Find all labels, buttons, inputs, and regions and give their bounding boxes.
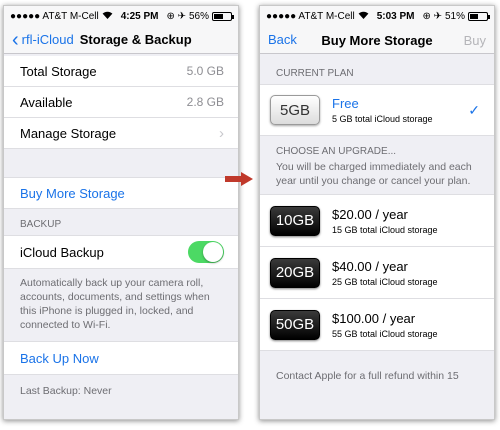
clock: 4:25 PM: [120, 10, 159, 22]
icloud-backup-row: iCloud Backup: [4, 235, 238, 269]
battery-icon: [212, 11, 234, 21]
buy-button[interactable]: Buy: [464, 33, 486, 48]
buy-more-storage-label: Buy More Storage: [20, 185, 125, 201]
current-plan-row[interactable]: 5GB Free 5 GB total iCloud storage ✓: [260, 84, 494, 136]
manage-storage-row[interactable]: Manage Storage ›: [4, 118, 238, 149]
buy-more-storage-screen: ●●●●● AT&T M-Cell 5:03 PM ⊕ ✈ 51% Buy Mo…: [259, 5, 495, 420]
plan-badge-10gb: 10GB: [270, 205, 320, 236]
battery-icon: [468, 11, 490, 21]
back-up-now-row[interactable]: Back Up Now: [4, 341, 238, 375]
page-title: Storage & Backup: [79, 32, 192, 47]
nav-bar: Buy More Storage Back Buy: [260, 26, 494, 54]
available-label: Available: [20, 94, 73, 110]
total-storage-value: 5.0 GB: [186, 64, 224, 78]
nav-bar: ‹ rfl-iCloud Storage & Backup: [4, 26, 238, 54]
available-row: Available 2.8 GB: [4, 87, 238, 118]
back-label: Back: [268, 32, 297, 47]
plan-description: 25 GB total iCloud storage: [332, 276, 438, 287]
plan-description: 15 GB total iCloud storage: [332, 224, 438, 235]
upgrade-row-20gb[interactable]: 20GB $40.00 / year 25 GB total iCloud st…: [260, 247, 494, 299]
total-storage-label: Total Storage: [20, 63, 97, 79]
wifi-icon: [102, 11, 113, 22]
plan-badge-20gb: 20GB: [270, 257, 320, 288]
status-icons: ⊕ ✈: [422, 10, 442, 22]
wifi-icon: [358, 11, 369, 22]
plan-badge-50gb: 50GB: [270, 309, 320, 340]
carrier-label: ●●●●● AT&T M-Cell: [10, 10, 99, 22]
current-plan-header: CURRENT PLAN: [276, 68, 354, 79]
arrow-right-icon: [225, 172, 253, 186]
icloud-backup-toggle[interactable]: [188, 241, 224, 263]
back-button[interactable]: ‹ rfl-iCloud: [4, 30, 74, 50]
upgrade-row-50gb[interactable]: 50GB $100.00 / year 55 GB total iCloud s…: [260, 299, 494, 351]
toggle-knob: [203, 242, 223, 262]
icloud-backup-label: iCloud Backup: [20, 244, 104, 260]
chevron-right-icon: ›: [219, 124, 224, 142]
checkmark-icon: ✓: [468, 102, 480, 118]
storage-backup-screen: ●●●●● AT&T M-Cell 4:25 PM ⊕ ✈ 56% ‹ rfl-…: [3, 5, 239, 420]
plan-name: Free: [332, 96, 359, 111]
back-button[interactable]: Back: [260, 32, 297, 47]
battery-percent: 56%: [188, 10, 209, 22]
clock: 5:03 PM: [376, 10, 415, 22]
upgrade-description: You will be charged immediately and each…: [276, 161, 472, 187]
upgrade-header: CHOOSE AN UPGRADE...: [276, 146, 397, 157]
carrier-label: ●●●●● AT&T M-Cell: [266, 10, 355, 22]
manage-storage-label: Manage Storage: [20, 125, 117, 141]
chevron-left-icon: ‹: [12, 28, 19, 51]
plan-badge-5gb: 5GB: [270, 95, 320, 125]
backup-section-header: BACKUP: [20, 219, 62, 230]
status-bar: ●●●●● AT&T M-Cell 4:25 PM ⊕ ✈ 56%: [4, 6, 238, 26]
refund-note: Contact Apple for a full refund within 1…: [276, 370, 459, 382]
plan-price: $100.00 / year: [332, 310, 416, 326]
plan-price: $40.00 / year: [332, 258, 408, 274]
buy-more-storage-row[interactable]: Buy More Storage: [4, 177, 238, 209]
upgrade-row-10gb[interactable]: 10GB $20.00 / year 15 GB total iCloud st…: [260, 195, 494, 247]
plan-description: 55 GB total iCloud storage: [332, 328, 438, 339]
plan-price: $20.00 / year: [332, 206, 408, 222]
back-label: rfl-iCloud: [21, 32, 74, 47]
total-storage-row: Total Storage 5.0 GB: [4, 56, 238, 87]
status-bar: ●●●●● AT&T M-Cell 5:03 PM ⊕ ✈ 51%: [260, 6, 494, 26]
last-backup-label: Last Backup: Never: [20, 385, 112, 397]
plan-description: 5 GB total iCloud storage: [332, 114, 433, 124]
available-value: 2.8 GB: [186, 95, 224, 109]
back-up-now-label: Back Up Now: [20, 350, 99, 366]
status-icons: ⊕ ✈: [166, 10, 186, 22]
backup-description: Automatically back up your camera roll, …: [20, 277, 210, 331]
battery-percent: 51%: [444, 10, 465, 22]
